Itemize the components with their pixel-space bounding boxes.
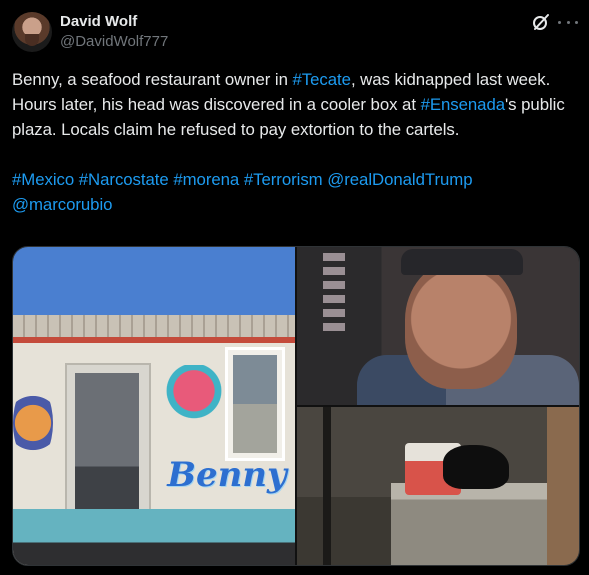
restaurant-window	[225, 347, 285, 461]
benny-sign: Benny	[167, 455, 287, 495]
more-dot	[575, 20, 578, 24]
tweet-body: Benny, a seafood restaurant owner in #Te…	[12, 67, 582, 142]
wooden-beam	[547, 407, 579, 565]
mention-realdonaldtrump[interactable]: @realDonaldTrump	[327, 170, 472, 189]
grok-icon[interactable]	[531, 12, 551, 32]
author-avatar[interactable]	[12, 12, 52, 52]
avatar-beard	[25, 34, 39, 46]
more-dot	[558, 20, 561, 24]
hashtag-narcostate[interactable]: #Narcostate	[79, 170, 169, 189]
tweet-text-segment: Benny, a seafood restaurant owner in	[12, 70, 293, 89]
tweet-tags: #Mexico #Narcostate #morena #Terrorism @…	[12, 167, 582, 217]
author-handle[interactable]: @DavidWolf777	[60, 33, 168, 50]
mention-marcorubio[interactable]: @marcorubio	[12, 195, 112, 214]
background-letter	[323, 253, 345, 333]
wall-base	[13, 509, 295, 565]
shrimp-mural	[13, 383, 53, 463]
window-pane	[233, 355, 277, 453]
more-options-icon[interactable]	[558, 12, 578, 32]
author-display-name[interactable]: David Wolf	[60, 13, 137, 30]
hashtag-terrorism[interactable]: #Terrorism	[244, 170, 323, 189]
sundae-mural	[163, 365, 225, 451]
hashtag-ensenada[interactable]: #Ensenada	[421, 95, 506, 114]
restaurant-roof	[13, 315, 295, 339]
cooler-photo[interactable]	[297, 407, 579, 565]
more-dot	[566, 20, 570, 24]
man-face	[405, 261, 517, 389]
cap	[401, 249, 523, 275]
roof-trim	[13, 337, 295, 343]
hashtag-mexico[interactable]: #Mexico	[12, 170, 74, 189]
hashtag-tecate[interactable]: #Tecate	[293, 70, 351, 89]
tweet-text: Benny, a seafood restaurant owner in #Te…	[12, 67, 582, 217]
restaurant-photo[interactable]: Benny	[13, 247, 295, 565]
concrete-step	[391, 483, 555, 565]
tweet-post: David Wolf @DavidWolf777 Benny, a seafoo…	[0, 0, 589, 575]
media-grid: Benny	[12, 246, 580, 566]
hashtag-morena[interactable]: #morena	[173, 170, 239, 189]
portrait-photo[interactable]	[297, 247, 579, 405]
pole	[323, 407, 331, 565]
black-bag	[443, 445, 509, 489]
